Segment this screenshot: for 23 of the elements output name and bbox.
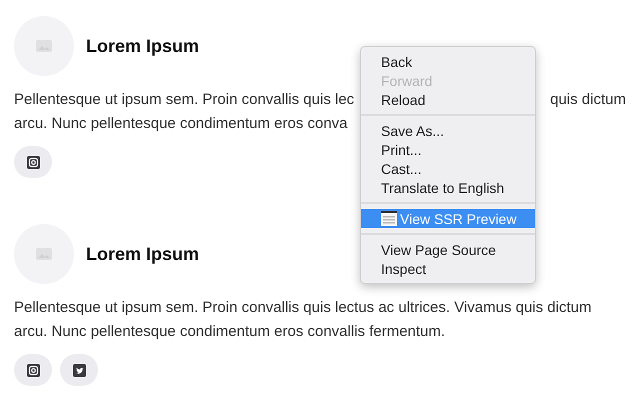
menu-item[interactable]: Translate to English bbox=[361, 178, 535, 197]
paragraph-text: arcu. Nunc pellentesque condimentum eros convallis fermentum. bbox=[14, 322, 446, 342]
instagram-button[interactable] bbox=[14, 354, 52, 386]
menu-item[interactable]: Cast... bbox=[361, 159, 535, 178]
twitter-button[interactable] bbox=[60, 354, 98, 386]
paragraph-text: arcu. Nunc pellentesque condimentum eros conva bbox=[14, 114, 348, 134]
instagram-button[interactable] bbox=[14, 146, 52, 178]
twitter-icon bbox=[72, 364, 86, 376]
menu-item[interactable]: Back bbox=[361, 52, 535, 71]
paragraph-text: Pellentesque ut ipsum sem. Proin convallis quis lectus ac ultrices. Vivamus quis dictum bbox=[14, 298, 592, 318]
menu-item[interactable]: Inspect bbox=[361, 259, 535, 278]
menu-item[interactable]: View Page Source bbox=[361, 240, 535, 259]
image-icon bbox=[36, 248, 52, 260]
instagram-icon bbox=[26, 364, 40, 376]
menu-item[interactable]: Reload bbox=[361, 90, 535, 109]
card-title: Lorem Ipsum bbox=[86, 244, 200, 264]
instagram-icon bbox=[26, 156, 40, 168]
paragraph-text: Pellentesque ut ipsum sem. Proin convallis quis lec bbox=[14, 90, 354, 110]
image-icon bbox=[36, 40, 52, 52]
card-title: Lorem Ipsum bbox=[86, 36, 200, 56]
paragraph-text: quis dictum bbox=[550, 90, 626, 110]
menu-item[interactable]: Print... bbox=[361, 140, 535, 159]
menu-item[interactable]: Save As... bbox=[361, 121, 535, 140]
